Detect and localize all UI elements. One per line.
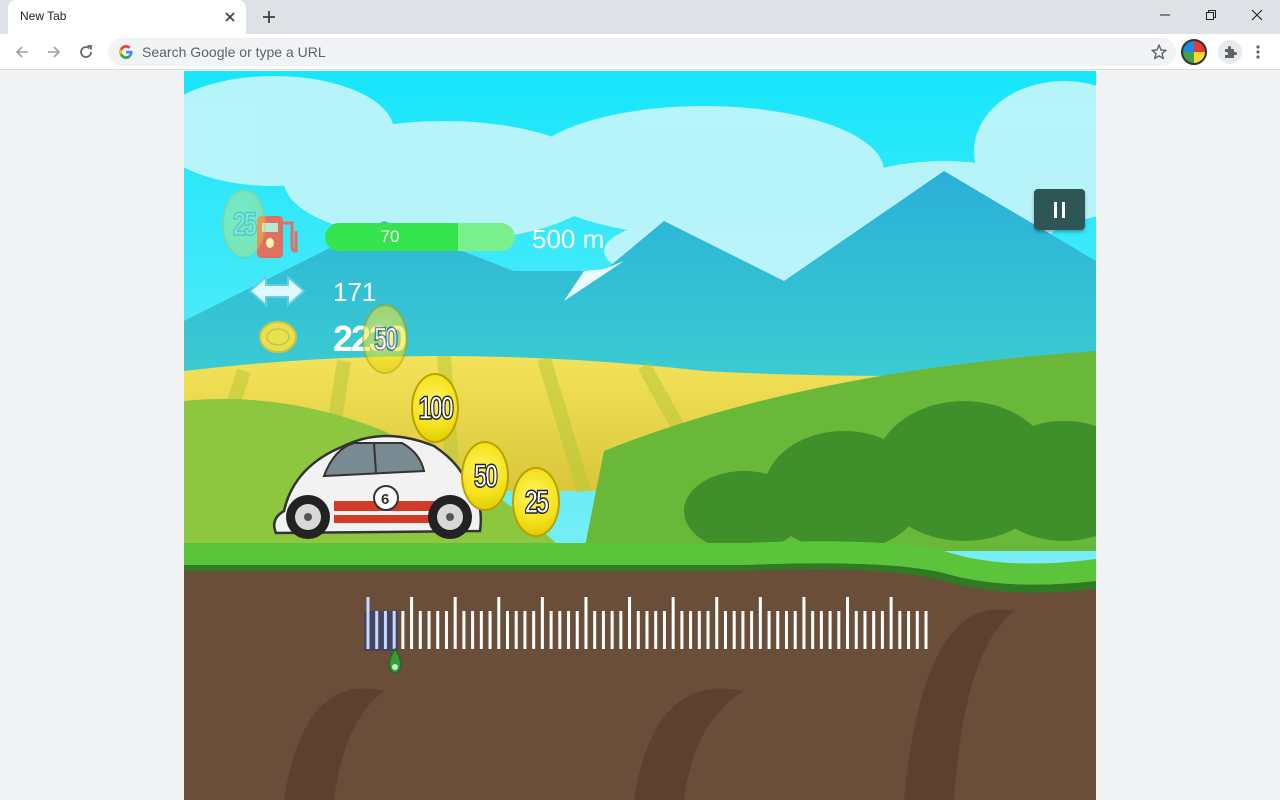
distance-goal: 500 m (532, 224, 605, 254)
restore-button[interactable] (1188, 0, 1234, 30)
coin-25-collected: 25 (222, 189, 266, 259)
coin-50-collected: 50 (362, 304, 408, 374)
pause-icon-bar-left (1054, 201, 1057, 218)
tab-new-tab[interactable]: New Tab (8, 0, 246, 34)
fuel-value: 70 (380, 227, 400, 246)
coin-label: 100 (418, 389, 455, 427)
reload-icon (80, 45, 92, 58)
pause-icon-bar-right (1062, 201, 1065, 218)
game-scene: 6 (184, 71, 1096, 800)
puzzle-icon (1225, 46, 1237, 58)
coin-50: 50 (461, 441, 509, 511)
profile-avatar[interactable] (1181, 39, 1207, 65)
minimize-button[interactable] (1142, 0, 1188, 30)
new-tab-icon[interactable] (260, 8, 278, 26)
close-tab-icon[interactable] (222, 9, 238, 25)
omnibox[interactable] (108, 38, 1176, 66)
forward-button[interactable] (43, 41, 65, 63)
more-vert-icon (1256, 45, 1260, 59)
distance-traveled: 171 (333, 277, 377, 307)
close-window-button[interactable] (1234, 0, 1280, 30)
coin-icon (259, 321, 297, 353)
coin-label: 25 (232, 205, 258, 243)
fuel-bar: 70 (325, 223, 515, 251)
minimize-icon (1160, 14, 1170, 16)
coin-100: 100 (411, 373, 459, 443)
tab-title: New Tab (20, 9, 67, 23)
coin-label: 50 (373, 320, 399, 358)
google-icon (119, 45, 133, 59)
search-input[interactable] (142, 38, 1132, 66)
coin-25: 25 (512, 467, 560, 537)
back-button[interactable] (11, 41, 33, 63)
coin-label: 25 (524, 483, 550, 521)
tab-strip: New Tab (0, 0, 1280, 34)
restore-icon (1206, 10, 1216, 20)
coin-label: 50 (473, 457, 499, 495)
browser-menu-button[interactable] (1250, 42, 1266, 62)
back-arrow-icon (15, 46, 28, 58)
close-icon (1251, 9, 1263, 21)
bookmark-star-icon[interactable] (1150, 43, 1168, 61)
game-canvas[interactable]: 6 70 500 m 171 2230 100 50 25 50 25 (184, 71, 1096, 800)
forward-arrow-icon (48, 46, 61, 58)
extensions-button[interactable] (1218, 40, 1242, 64)
svg-text:6: 6 (381, 491, 389, 508)
reload-button[interactable] (75, 41, 97, 63)
pause-button[interactable] (1034, 189, 1085, 230)
browser-toolbar (0, 34, 1280, 70)
